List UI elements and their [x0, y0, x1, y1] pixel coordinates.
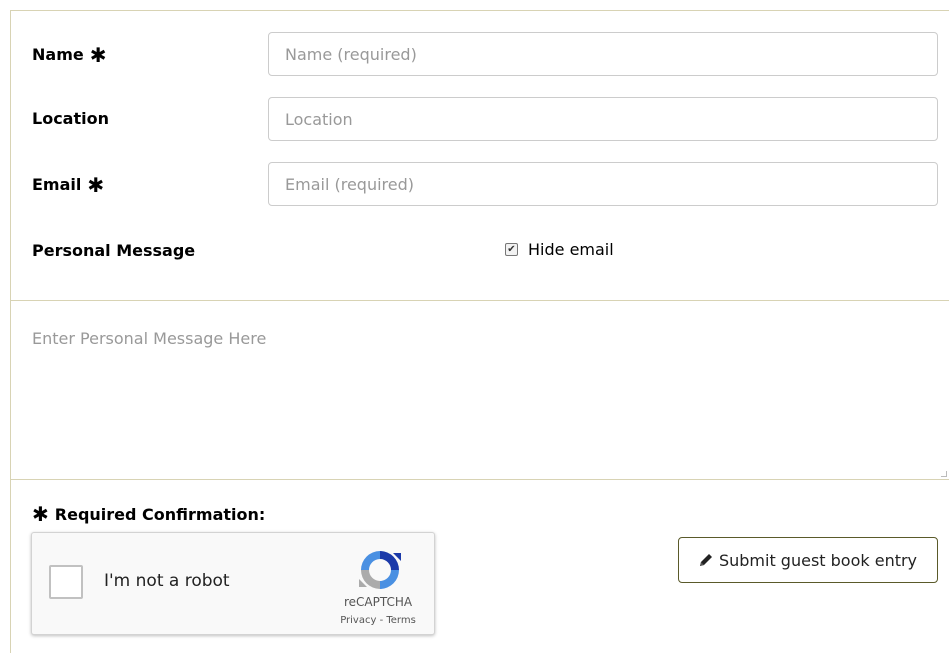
- name-input[interactable]: [268, 32, 938, 76]
- email-input[interactable]: [268, 162, 938, 206]
- recaptcha-privacy-terms-link[interactable]: Privacy - Terms: [322, 615, 434, 626]
- recaptcha-logo-icon: [359, 551, 401, 589]
- email-label: Email ✱: [32, 173, 105, 197]
- resize-grip-icon[interactable]: [941, 471, 947, 477]
- submit-label: Submit guest book entry: [718, 550, 918, 570]
- location-label: Location: [32, 109, 109, 128]
- required-star-icon: ✱: [32, 502, 49, 526]
- personal-message-label: Personal Message: [32, 241, 196, 260]
- recaptcha-brand: reCAPTCHA: [343, 595, 413, 609]
- name-label: Name ✱: [32, 43, 107, 67]
- pencil-icon: [699, 554, 712, 566]
- submit-guest-book-button[interactable]: Submit guest book entry: [678, 537, 938, 583]
- required-confirmation-label: ✱ Required Confirmation:: [32, 502, 266, 526]
- recaptcha-widget: I'm not a robot reCAPTCHA Privacy - Term…: [31, 532, 435, 635]
- location-input[interactable]: [268, 97, 938, 141]
- hide-email-label: Hide email: [528, 240, 614, 259]
- recaptcha-checkbox[interactable]: [49, 565, 83, 599]
- required-star-icon: ✱: [87, 173, 105, 197]
- personal-message-textarea[interactable]: [10, 301, 949, 479]
- recaptcha-label: I'm not a robot: [104, 571, 230, 591]
- required-star-icon: ✱: [89, 43, 107, 67]
- personal-message-box: [10, 300, 949, 480]
- hide-email-option[interactable]: ✔ Hide email: [505, 240, 614, 259]
- checkmark-icon: ✔: [507, 243, 516, 255]
- hide-email-checkbox[interactable]: ✔: [505, 243, 518, 256]
